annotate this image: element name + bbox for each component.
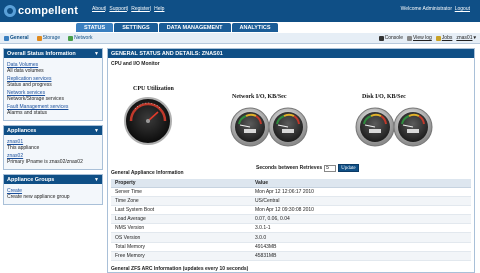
about-link[interactable]: About [92,6,105,12]
table-row: Load Average 0.07, 0.06, 0.04 [111,214,471,225]
storage-icon [36,35,42,41]
zfs-arc-title: General ZFS ARC Information (updates eve… [111,266,249,272]
log-icon [406,35,412,41]
list-item: Create Create new appliance group [7,188,99,200]
main-nav: STATUS SETTINGS DATA MANAGEMENT ANALYTIC… [76,23,279,32]
network-tx-gauge [268,107,308,147]
list-item: Data Volumes All data volumes [7,62,99,74]
retrieve-label: Seconds between Retrieves [256,165,323,171]
appliance-selector[interactable]: znas01 ▾ [456,35,476,41]
subnav-general[interactable]: General [4,35,29,41]
list-item: Replication services Status and progress [7,76,99,88]
logo-icon [4,5,16,17]
network-rx-gauge [230,107,270,147]
update-button[interactable]: Update [338,164,359,172]
network-icon [68,35,74,41]
appliance-info-table: Property Value Server Time Mon Apr 12 12:… [111,179,471,262]
table-row: Server Time Mon Apr 12 12:06:17 2010 [111,187,471,197]
register-link[interactable]: Register [131,6,150,12]
collapse-icon[interactable]: ▼ [94,177,99,183]
disk-write-gauge [393,107,433,147]
list-item: znas02 Primary IPname is znas02/znas02 [7,153,99,165]
main-content: GENERAL STATUS AND DETAILS: ZNAS01 CPU a… [107,48,475,273]
table-row: Total Memory 49143MB [111,242,471,252]
help-link[interactable]: Help [154,6,164,12]
top-header: compellent About | Support | Register | Hel… [0,0,480,22]
collapse-icon[interactable]: ▼ [94,128,99,134]
retrieve-controls: Seconds between Retrieves Update [256,164,359,172]
table-row: Last System Boot Mon Apr 12 09:30:08 2010 [111,205,471,216]
overall-status-panel: Overall Status Information ▼ Data Volume… [3,48,103,121]
chevron-down-icon: ▾ [473,35,476,41]
top-links: About | Support | Register | Help [92,6,165,12]
tab-data-management[interactable]: DATA MANAGEMENT [158,23,231,32]
tab-analytics[interactable]: ANALYTICS [231,23,279,32]
property-header: Property [111,179,251,188]
panel-header[interactable]: Overall Status Information ▼ [4,49,102,58]
cpu-gauge [124,97,172,145]
panel-header[interactable]: Appliances ▼ [4,126,102,135]
list-item: Network services Network/Storage service… [7,90,99,102]
panel-header[interactable]: Appliance Groups ▼ [4,175,102,184]
table-row: Time Zone US/Central [111,196,471,206]
welcome-text: Welcome Administrator [400,6,452,12]
gauges-graphic [124,97,433,147]
retrieve-seconds-input[interactable] [324,164,337,172]
list-item: znas01 This appliance [7,139,99,151]
subnav-storage[interactable]: Storage [36,35,60,41]
jobs-icon [435,35,441,41]
sidebar: Overall Status Information ▼ Data Volume… [3,48,103,209]
tab-settings[interactable]: SETTINGS [114,23,158,32]
logout-link[interactable]: Logout [455,6,470,12]
support-link[interactable]: Support [109,6,127,12]
jobs-button[interactable]: Jobs [435,35,452,41]
value-header: Value [251,179,471,188]
disk-read-gauge [355,107,395,147]
table-row: NMS Version 3.0.1-1 [111,223,471,234]
console-icon [378,35,384,41]
subnav-tools: Console View log Jobs znas01 ▾ [377,35,478,41]
console-button[interactable]: Console [378,35,403,41]
appliances-panel: Appliances ▼ znas01 This appliance znas0… [3,125,103,170]
sub-nav: General Storage Network Console View log… [0,33,480,44]
table-row: OS Version 3.0.0 [111,232,471,243]
general-icon [4,35,9,41]
collapse-icon[interactable]: ▼ [94,51,99,57]
tab-status[interactable]: STATUS [76,23,114,32]
list-item: Fault Management services Alarms and sta… [7,104,99,116]
logo[interactable]: compellent [4,5,78,17]
table-row: Free Memory 45831MB [111,251,471,262]
subnav-network[interactable]: Network [68,35,92,41]
logo-text: compellent [18,5,79,17]
content-header: GENERAL STATUS AND DETAILS: ZNAS01 [108,49,474,58]
io-monitor: CPU Utilization Network I/O, KB/Sec Disk… [108,61,474,172]
view-log-button[interactable]: View log [406,35,432,41]
appliance-info-title: General Appliance Information [111,170,184,176]
appliance-groups-panel: Appliance Groups ▼ Create Create new app… [3,174,103,205]
